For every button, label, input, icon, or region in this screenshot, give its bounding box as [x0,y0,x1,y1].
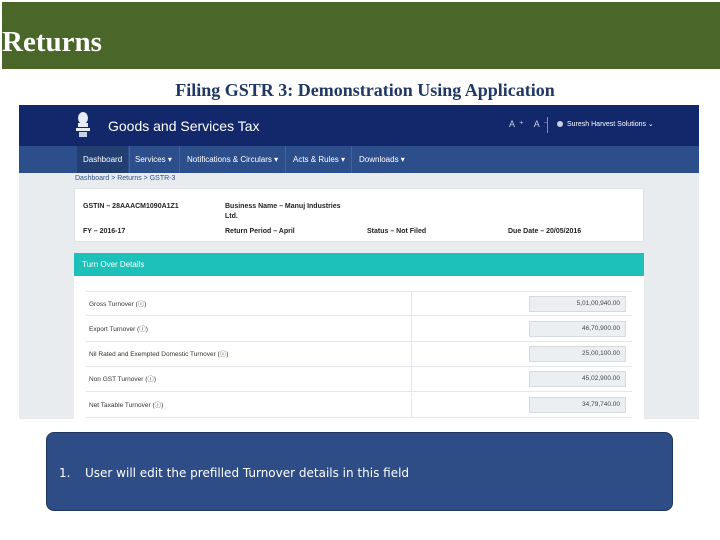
instruction-callout: 1. User will edit the prefilled Turnover… [46,432,673,511]
slide-subtitle: Filing GSTR 3: Demonstration Using Appli… [175,80,555,100]
nav-divider [351,146,352,173]
table-row: Non GST Turnover (ⓘ) 45,02,900.00 [86,367,632,392]
breadcrumb[interactable]: Dashboard > Returns > GSTR-3 [75,174,175,184]
nav-divider [285,146,286,173]
turnover-section-header: Turn Over Details [74,253,644,276]
nav-services[interactable]: Services ▾ [129,146,178,173]
cell-divider [411,292,412,317]
due-date: Due Date – 20/05/2016 [508,228,582,235]
user-avatar-icon [557,121,563,128]
return-info-card: GSTIN – 28AAACM1090A1Z1 Business Name – … [74,188,644,242]
national-emblem-icon [76,112,90,137]
financial-year: FY – 2016-17 [83,228,126,235]
slide-header-bar [2,2,720,69]
table-row: Nil Rated and Exempted Domestic Turnover… [86,342,632,367]
business-name: Business Name – Manuj Industries [225,203,341,210]
turnover-label: Non GST Turnover (ⓘ) [89,376,157,383]
slide-title: Returns [2,26,102,58]
turnover-title: Turn Over Details [82,260,145,269]
filing-status: Status – Not Filed [367,228,427,235]
business-name-cont: Ltd. [225,213,238,220]
cell-divider [411,342,412,367]
portal-screenshot: Goods and Services Tax A⁺ A⁻ Suresh Harv… [19,105,699,419]
header-divider [547,117,548,133]
nil-rated-turnover-input[interactable]: 25,00,100.00 [529,346,626,362]
turnover-label: Export Turnover (ⓘ) [89,326,148,333]
turnover-label: Gross Turnover (ⓘ) [89,301,147,308]
turnover-label: Nil Rated and Exempted Domestic Turnover… [89,351,229,358]
nav-divider [179,146,180,173]
portal-header: Goods and Services Tax A⁺ A⁻ Suresh Harv… [19,105,699,146]
turnover-table: Gross Turnover (ⓘ) 5,01,00,940.00 Export… [74,276,644,419]
cell-divider [411,393,412,418]
export-turnover-input[interactable]: 46,70,900.00 [529,321,626,337]
portal-brand[interactable]: Goods and Services Tax [108,117,260,135]
portal-nav: Dashboard Services ▾ Notifications & Cir… [19,146,699,173]
table-row: Export Turnover (ⓘ) 46,70,900.00 [86,317,632,342]
user-name: Suresh Harvest Solutions ⌄ [567,121,654,128]
nav-downloads[interactable]: Downloads ▾ [353,146,411,173]
callout-text: User will edit the prefilled Turnover de… [85,466,410,480]
callout-number: 1. [59,466,71,480]
nav-acts-rules[interactable]: Acts & Rules ▾ [287,146,351,173]
table-row: Gross Turnover (ⓘ) 5,01,00,940.00 [86,291,632,317]
font-size-controls[interactable]: A⁺ A⁻ [509,119,553,130]
non-gst-turnover-input[interactable]: 45,02,900.00 [529,371,626,387]
table-row: Net Taxable Turnover (ⓘ) 34,79,740.00 [86,393,632,418]
net-taxable-turnover-input[interactable]: 34,79,740.00 [529,397,626,413]
nav-dashboard[interactable]: Dashboard [77,146,129,173]
turnover-label: Net Taxable Turnover (ⓘ) [89,402,164,409]
nav-notifications[interactable]: Notifications & Circulars ▾ [181,146,284,173]
gross-turnover-input[interactable]: 5,01,00,940.00 [529,296,626,312]
user-menu[interactable]: Suresh Harvest Solutions ⌄ [557,120,654,130]
return-period: Return Period – April [225,228,295,235]
cell-divider [411,367,412,392]
cell-divider [411,317,412,342]
gstin: GSTIN – 28AAACM1090A1Z1 [83,203,179,210]
